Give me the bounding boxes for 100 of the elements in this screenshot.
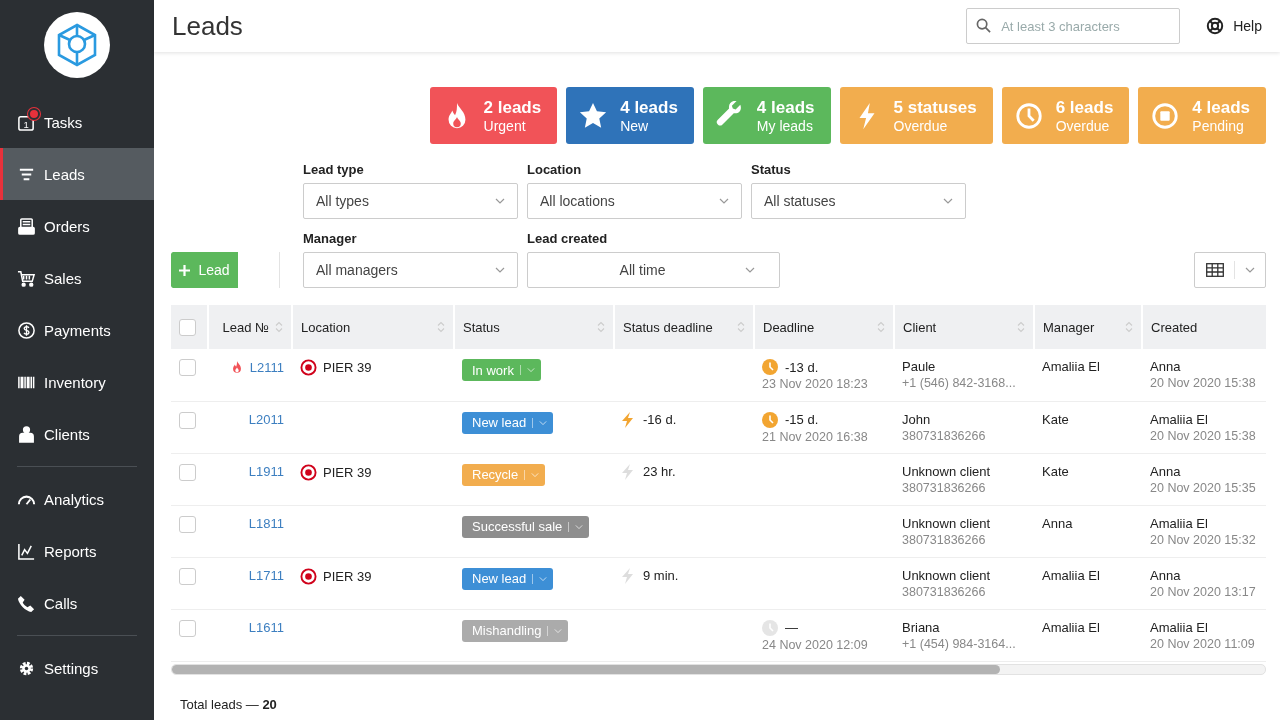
filter-label: Location <box>527 162 583 177</box>
stat-count: 6 leads <box>1055 97 1114 118</box>
created-date: 20 Nov 2020 15:38 <box>1150 428 1257 443</box>
filter-label: Manager <box>303 231 358 246</box>
stat-label: Pending <box>1192 117 1244 134</box>
manager-name: Amaliia El <box>1042 567 1100 583</box>
row-checkbox[interactable] <box>179 359 196 376</box>
row-checkbox[interactable] <box>179 515 196 533</box>
row-checkbox[interactable] <box>179 463 196 481</box>
sort-icon[interactable] <box>1017 321 1025 333</box>
client-phone: 380731836266 <box>902 480 987 495</box>
row-checkbox[interactable] <box>179 619 196 637</box>
row-checkbox[interactable] <box>179 567 196 585</box>
location-text: PIER 39 <box>323 464 372 480</box>
client-phone: +1 (546) 842-3168... <box>902 376 1017 390</box>
caret-icon <box>495 198 505 204</box>
column-header[interactable]: Created <box>1142 305 1266 349</box>
caret-icon <box>1244 267 1255 273</box>
stat-label: Urgent <box>483 117 526 134</box>
table-icon <box>1205 263 1224 277</box>
filter-dropdown[interactable]: All time <box>527 252 780 288</box>
row-checkbox[interactable] <box>179 411 196 429</box>
search-field[interactable]: At least 3 characters <box>966 8 1181 44</box>
filter-label: Lead type <box>303 162 365 177</box>
manager-name: Amaliia El <box>1042 619 1100 635</box>
sort-icon[interactable] <box>437 321 445 333</box>
caret-icon <box>554 627 563 634</box>
sidebar-item[interactable]: Clients <box>0 408 154 460</box>
lead-link[interactable]: L1611 <box>248 619 284 635</box>
creator-name: Amaliia El <box>1150 411 1209 427</box>
stat-count: 4 leads <box>756 97 815 118</box>
sidebar-item[interactable]: Orders <box>0 200 154 252</box>
help-button[interactable]: Help <box>1206 17 1262 35</box>
sort-icon[interactable] <box>737 321 745 333</box>
column-header[interactable]: Lead № <box>208 305 292 349</box>
stat-label: New <box>620 117 649 134</box>
page-title: Leads <box>172 10 244 42</box>
created-date: 20 Nov 2020 15:38 <box>1150 376 1257 390</box>
creator-name: Amaliia El <box>1150 515 1209 531</box>
horizontal-scrollbar[interactable] <box>171 663 1266 675</box>
deadline-date: 23 Nov 2020 18:23 <box>762 377 869 391</box>
status-deadline-text: 23 hr. <box>643 464 676 479</box>
sort-icon[interactable] <box>597 321 605 333</box>
plus-icon <box>179 264 191 276</box>
column-header[interactable]: Deadline <box>754 305 894 349</box>
view-toggle-button[interactable] <box>1194 252 1266 288</box>
sidebar-item[interactable]: Payments <box>0 304 154 356</box>
person-icon <box>17 424 36 444</box>
clock-icon <box>1013 100 1044 131</box>
target-icon <box>300 567 317 585</box>
cart-icon <box>17 268 36 288</box>
lead-link[interactable]: L1911 <box>248 463 284 479</box>
lead-link[interactable]: L2011 <box>248 411 284 427</box>
stat-card[interactable]: 4 leads New <box>566 87 694 144</box>
stat-count: 5 statuses <box>893 97 977 118</box>
sidebar-item[interactable]: Reports <box>0 525 154 577</box>
sort-icon[interactable] <box>275 321 283 333</box>
filter-dropdown[interactable]: All types <box>303 183 518 219</box>
sidebar-item[interactable]: Analytics <box>0 473 154 525</box>
sidebar-item[interactable]: Settings <box>0 642 154 694</box>
filter-dropdown[interactable]: All locations <box>527 183 742 219</box>
deadline-date: 24 Nov 2020 12:09 <box>762 637 869 652</box>
target-icon <box>300 463 317 481</box>
filter-dropdown[interactable]: All statuses <box>751 183 966 219</box>
stat-count: 4 leads <box>620 97 678 118</box>
manager-name: Kate <box>1042 463 1069 479</box>
caret-icon <box>539 575 548 582</box>
select-all-checkbox[interactable] <box>179 318 196 336</box>
column-header[interactable]: Manager <box>1034 305 1142 349</box>
sort-icon[interactable] <box>1125 321 1133 333</box>
lead-link[interactable]: L1811 <box>248 515 284 531</box>
sidebar-item[interactable]: Leads <box>0 148 154 200</box>
column-header[interactable]: Location <box>292 305 454 349</box>
caret-icon <box>526 367 535 373</box>
caret-icon <box>943 198 953 204</box>
column-header[interactable]: Client <box>894 305 1034 349</box>
sidebar-item[interactable]: Sales <box>0 252 154 304</box>
creator-name: Anna <box>1150 359 1182 374</box>
stat-label: Overdue <box>1055 117 1110 134</box>
filter-dropdown[interactable]: All managers <box>303 252 518 288</box>
created-date: 20 Nov 2020 11:09 <box>1150 636 1256 651</box>
sidebar-item[interactable]: 1 Tasks <box>0 96 154 148</box>
deadline-text: -13 d. <box>785 359 819 375</box>
line-chart-icon <box>17 541 36 561</box>
sidebar-item[interactable]: Inventory <box>0 356 154 408</box>
client-name: Paule <box>902 359 937 374</box>
created-date: 20 Nov 2020 15:35 <box>1150 480 1257 495</box>
lead-link[interactable]: L2111 <box>249 360 284 375</box>
lead-link[interactable]: L1711 <box>248 567 284 583</box>
stat-count: 4 leads <box>1192 97 1250 118</box>
column-header[interactable]: Status deadline <box>614 305 754 349</box>
client-phone: 380731836266 <box>902 584 987 599</box>
created-date: 20 Nov 2020 13:17 <box>1150 584 1257 599</box>
dollar-coin-icon <box>17 320 36 340</box>
creator-name: Amaliia El <box>1150 619 1209 635</box>
manager-name: Amaliia El <box>1042 359 1100 374</box>
column-header[interactable]: Status <box>454 305 614 349</box>
sort-icon[interactable] <box>877 321 885 333</box>
status-deadline-text: -16 d. <box>643 412 677 427</box>
sidebar-item[interactable]: Calls <box>0 577 154 629</box>
